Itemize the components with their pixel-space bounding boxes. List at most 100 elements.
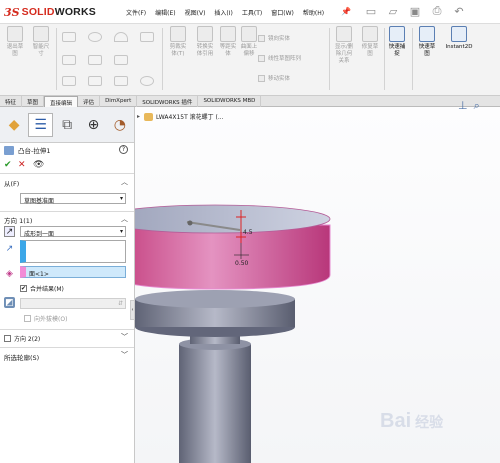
tab-dimxpert[interactable]: DimXpert xyxy=(100,96,138,107)
convert-entities-button[interactable]: 转换实 体引用 xyxy=(193,26,217,58)
print-icon[interactable]: ⎙ xyxy=(428,2,446,20)
divider xyxy=(384,28,385,90)
polygon-icon[interactable] xyxy=(114,55,128,65)
fillet-icon[interactable] xyxy=(88,76,102,86)
chevron-up-icon[interactable]: ︿ xyxy=(121,214,128,224)
dimxpert-manager-tab[interactable]: ⊕ xyxy=(81,114,105,136)
offset-entities-button[interactable]: 等距实 体 xyxy=(218,26,238,58)
direction2-label: 方向 2(2) xyxy=(14,336,41,343)
circle-icon[interactable] xyxy=(88,32,102,42)
logo-text: SOLIDWORKS xyxy=(22,6,96,18)
sketch-point[interactable] xyxy=(187,220,193,226)
property-list-icon: ☰ xyxy=(34,116,47,133)
spline-icon[interactable] xyxy=(62,76,76,86)
dimension-value[interactable]: 4.5 xyxy=(243,229,253,236)
menu-tools[interactable]: 工具(T) xyxy=(242,8,262,17)
rapid-sketch-button[interactable]: 快速草 图 xyxy=(416,26,438,58)
line-icon[interactable] xyxy=(62,32,76,42)
slot-icon[interactable] xyxy=(88,55,102,65)
preview-eye-icon[interactable]: 👁 xyxy=(33,160,44,170)
ok-check-icon[interactable]: ✔ xyxy=(4,160,12,170)
mirror-entities-button[interactable]: 镜向实体 xyxy=(258,34,290,42)
open-folder-icon[interactable]: ▱ xyxy=(384,2,402,20)
text-icon[interactable] xyxy=(140,76,154,86)
menu-window[interactable]: 窗口(W) xyxy=(271,8,294,17)
smart-dimension-button[interactable]: 智能尺 寸 xyxy=(30,26,52,58)
display-relations-button[interactable]: 显示/删 除几何 关系 xyxy=(331,26,357,65)
title-bar: 3S SOLIDWORKS 文件(F) 编辑(E) 视图(V) 插入(I) 工具… xyxy=(0,0,500,24)
exit-sketch-label: 退出草 图 xyxy=(6,44,24,57)
menu-help[interactable]: 帮助(H) xyxy=(303,8,324,17)
trim-button[interactable]: 剪裁实 体(T) xyxy=(166,26,190,58)
draft-icon[interactable]: ◩ xyxy=(4,297,15,308)
point-icon[interactable] xyxy=(114,76,128,86)
draft-angle-spinner[interactable]: ⇵ xyxy=(20,298,126,309)
draft-outward-label: 向外拔模(O) xyxy=(34,316,68,323)
direction1-section-header[interactable]: 方向 1(1) xyxy=(4,215,32,225)
boss-extrude-icon xyxy=(4,145,14,155)
offset-entities-label: 等距实 体 xyxy=(219,44,237,57)
linear-pattern-icon xyxy=(258,54,265,62)
feature-manager-tab[interactable]: ◆ xyxy=(2,114,26,136)
move-label: 移动实体 xyxy=(268,76,291,82)
instant2d-button[interactable]: Instant2D xyxy=(442,26,476,51)
move-entities-button[interactable]: 移动实体 xyxy=(258,74,290,82)
direction2-checkbox[interactable]: 方向 2(2) xyxy=(4,334,40,343)
menu-file[interactable]: 文件(F) xyxy=(126,8,146,17)
reverse-direction-icon[interactable]: ↗ xyxy=(4,226,15,237)
rectangle-icon[interactable] xyxy=(62,55,76,65)
end-condition-select[interactable]: 成形到一面 ▾ xyxy=(20,226,126,238)
solidworks-window: 3S SOLIDWORKS 文件(F) 编辑(E) 视图(V) 插入(I) 工具… xyxy=(0,0,500,463)
menu-edit[interactable]: 编辑(E) xyxy=(155,8,175,17)
chevron-up-icon[interactable]: ︿ xyxy=(121,177,128,187)
tab-features[interactable]: 特征 xyxy=(0,96,23,107)
save-icon[interactable]: ▣ xyxy=(406,2,424,20)
face-selection-field[interactable]: 面<1> xyxy=(20,266,126,278)
logo-mark: 3S xyxy=(4,5,20,19)
from-section-header[interactable]: 从(F) xyxy=(4,178,19,188)
watermark-sub: 经验 xyxy=(415,413,444,430)
repair-sketch-button[interactable]: 修复草 图 xyxy=(359,26,381,58)
spline-alt-icon[interactable] xyxy=(140,32,154,42)
cancel-x-icon[interactable]: ✕ xyxy=(18,160,26,170)
configuration-icon: ⧉ xyxy=(62,116,73,133)
arc-icon[interactable] xyxy=(114,32,128,42)
relations-label: 显示/删 除几何 关系 xyxy=(334,44,354,64)
lower-shaft[interactable] xyxy=(179,344,251,463)
divider xyxy=(0,347,134,348)
undo-icon[interactable]: ↶ xyxy=(450,2,468,20)
exit-sketch-icon xyxy=(7,26,23,42)
new-document-icon[interactable]: ▭ xyxy=(362,2,380,20)
dimension-value[interactable]: 0.50 xyxy=(235,260,249,267)
chevron-down-icon: ▾ xyxy=(119,228,123,235)
display-manager-tab[interactable]: ◔ xyxy=(108,114,132,136)
merge-result-checkbox[interactable]: ✔ 合并结果(M) xyxy=(20,284,64,293)
menu-view[interactable]: 视图(V) xyxy=(185,8,206,17)
pin-icon[interactable]: 📌 xyxy=(341,7,351,16)
surface-offset-button[interactable]: 曲面上 偏移 xyxy=(240,26,258,58)
extruded-head[interactable] xyxy=(135,224,331,290)
tab-mbd[interactable]: SOLIDWORKS MBD xyxy=(198,96,262,107)
from-select[interactable]: 草图基准面 ▾ xyxy=(20,193,126,205)
tab-sketch[interactable]: 草图 xyxy=(22,96,45,107)
tab-direct-editing[interactable]: 直接编辑 xyxy=(44,96,79,107)
direction-vector-field[interactable] xyxy=(20,240,126,263)
draft-outward-checkbox[interactable]: 向外拔模(O) xyxy=(24,314,67,323)
direction-arrow-icon: ↗ xyxy=(5,243,14,254)
help-icon[interactable]: ? xyxy=(119,145,128,154)
configuration-manager-tab[interactable]: ⧉ xyxy=(55,114,79,136)
watermark: Bai 经验 xyxy=(380,410,443,433)
tab-evaluate[interactable]: 评估 xyxy=(78,96,101,107)
chevron-down-icon[interactable]: ﹀ xyxy=(121,350,128,360)
model-view: 4.5 0.50 xyxy=(135,204,331,463)
tab-addins[interactable]: SOLIDWORKS 插件 xyxy=(137,96,199,107)
selected-contours-header[interactable]: 所选轮廓(S) xyxy=(4,352,39,362)
logo-text-b: WORKS xyxy=(54,6,96,18)
linear-pattern-button[interactable]: 线性草图阵列 xyxy=(258,54,301,62)
menu-insert[interactable]: 插入(I) xyxy=(214,8,232,17)
chevron-down-icon[interactable]: ﹀ xyxy=(121,332,128,342)
exit-sketch-button[interactable]: 退出草 图 xyxy=(4,26,26,58)
property-manager-tab[interactable]: ☰ xyxy=(28,112,53,137)
quick-snap-button[interactable]: 快速捕 捉 xyxy=(386,26,408,58)
surface-offset-icon xyxy=(241,26,257,42)
